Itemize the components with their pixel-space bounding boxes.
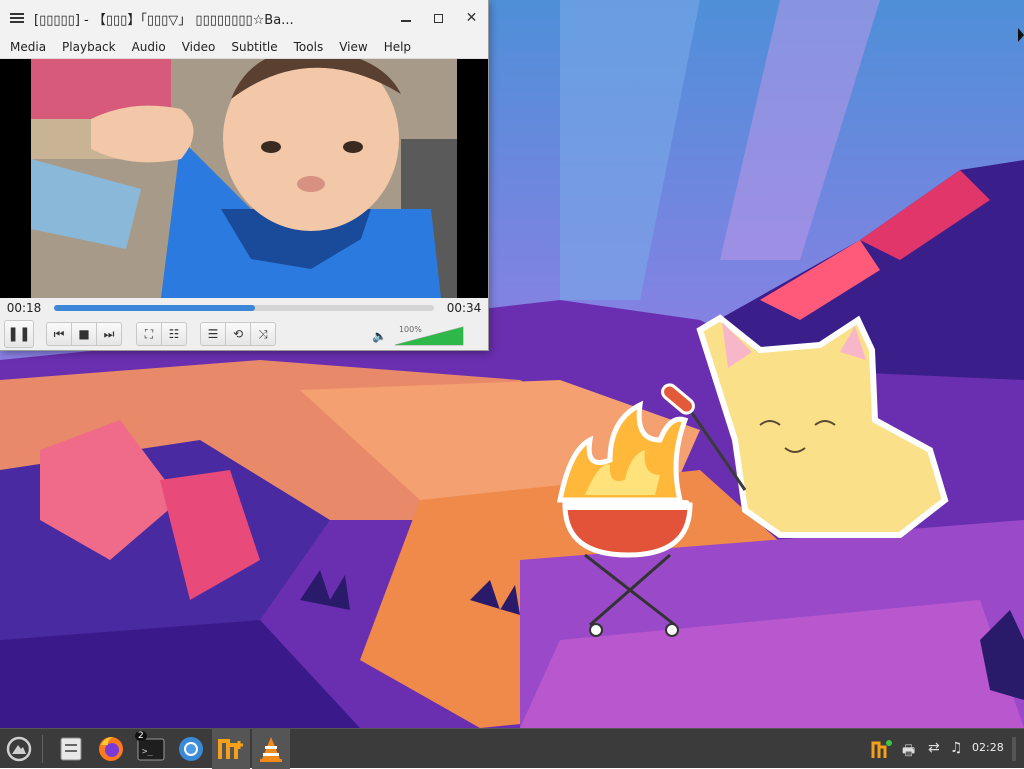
playlist-icon: ☰: [207, 327, 219, 341]
menu-audio[interactable]: Audio: [124, 40, 174, 54]
fullscreen-button[interactable]: ⛶: [136, 322, 162, 346]
stop-icon: ■: [78, 327, 90, 341]
chromium-icon: [179, 737, 203, 761]
next-button[interactable]: ⏭: [96, 322, 122, 346]
video-area[interactable]: [0, 59, 488, 298]
volume-slider[interactable]: 100%: [393, 325, 465, 346]
show-desktop-button[interactable]: [1012, 737, 1016, 761]
shuffle-button[interactable]: ⤨: [250, 322, 276, 346]
previous-icon: ⏮: [53, 327, 65, 341]
fullscreen-icon: ⛶: [144, 327, 154, 341]
video-frame: [31, 59, 457, 298]
network-icon[interactable]: ⇄: [928, 740, 940, 756]
audio-tray-icon[interactable]: ♫: [950, 740, 963, 756]
previous-button[interactable]: ⏮: [46, 322, 72, 346]
menu-playback[interactable]: Playback: [54, 40, 124, 54]
maximize-icon[interactable]: [422, 0, 455, 36]
playlist-button[interactable]: ☰: [200, 322, 226, 346]
vlc-taskbar-button[interactable]: [252, 729, 290, 769]
total-time: 00:34: [446, 301, 482, 315]
file-manager-icon: [60, 737, 82, 761]
start-menu-button[interactable]: [2, 729, 36, 769]
minimize-icon[interactable]: [389, 0, 422, 36]
clock[interactable]: 02:28: [972, 741, 1004, 754]
svg-text:>_: >_: [142, 747, 153, 757]
view-group: ⛶ ☷: [136, 322, 187, 346]
n-plus-tray-icon: [871, 740, 892, 758]
menu-video[interactable]: Video: [174, 40, 224, 54]
seek-slider[interactable]: [54, 305, 434, 311]
terminal-badge: 2: [135, 731, 147, 741]
close-icon[interactable]: ✕: [455, 0, 488, 36]
menu-subtitle[interactable]: Subtitle: [223, 40, 285, 54]
extended-settings-icon: ☷: [168, 327, 180, 341]
chromium-button[interactable]: [172, 729, 210, 769]
hamburger-icon[interactable]: [0, 0, 34, 36]
pause-icon: ❚❚: [7, 326, 31, 342]
seek-row: 00:18 00:34: [0, 299, 488, 317]
firefox-icon: [99, 737, 123, 761]
n-plus-app-icon: [218, 739, 243, 759]
menu-tools[interactable]: Tools: [286, 40, 332, 54]
volume-control: 🔈 100%: [372, 325, 465, 346]
title-bar[interactable]: [▯▯▯▯▯] - 【▯▯▯】「▯▯▯▽」 ▯▯▯▯▯▯▯▯☆Ba... ✕: [0, 0, 488, 36]
app-nplus-button[interactable]: [212, 729, 250, 769]
loop-icon: ⟲: [232, 327, 244, 341]
window-title: [▯▯▯▯▯] - 【▯▯▯】「▯▯▯▽」 ▯▯▯▯▯▯▯▯☆Ba...: [34, 12, 294, 28]
printer-icon[interactable]: 🖶: [902, 740, 915, 764]
menu-bar: Media Playback Audio Video Subtitle Tool…: [0, 36, 488, 59]
stop-button[interactable]: ■: [71, 322, 97, 346]
pause-button[interactable]: ❚❚: [4, 320, 34, 348]
transport-group: ⏮ ■ ⏭: [46, 322, 122, 346]
terminal-button[interactable]: >_ 2: [132, 729, 170, 769]
loop-button[interactable]: ⟲: [225, 322, 251, 346]
taskbar: >_ 2 🖶 ⇄ ♫ 02:28: [0, 728, 1024, 769]
shuffle-icon: ⤨: [258, 327, 268, 341]
menu-media[interactable]: Media: [2, 40, 54, 54]
volume-percent: 100%: [398, 325, 422, 334]
mouse-cursor-icon: [1018, 28, 1024, 42]
taskbar-separator: [42, 735, 43, 763]
playlist-group: ☰ ⟲ ⤨: [200, 322, 276, 346]
start-menu-icon: [6, 736, 32, 762]
extended-settings-button[interactable]: ☷: [161, 322, 187, 346]
elapsed-time: 00:18: [6, 301, 42, 315]
menu-help[interactable]: Help: [376, 40, 419, 54]
next-icon: ⏭: [103, 327, 115, 341]
vlc-cone-icon: [260, 737, 282, 762]
firefox-button[interactable]: [92, 729, 130, 769]
tray-n-plus[interactable]: [870, 729, 894, 769]
menu-view[interactable]: View: [331, 40, 375, 54]
vlc-window: [▯▯▯▯▯] - 【▯▯▯】「▯▯▯▽」 ▯▯▯▯▯▯▯▯☆Ba... ✕ M…: [0, 0, 488, 350]
seek-progress: [54, 305, 256, 311]
speaker-icon[interactable]: 🔈: [372, 330, 387, 342]
file-manager-button[interactable]: [52, 729, 90, 769]
